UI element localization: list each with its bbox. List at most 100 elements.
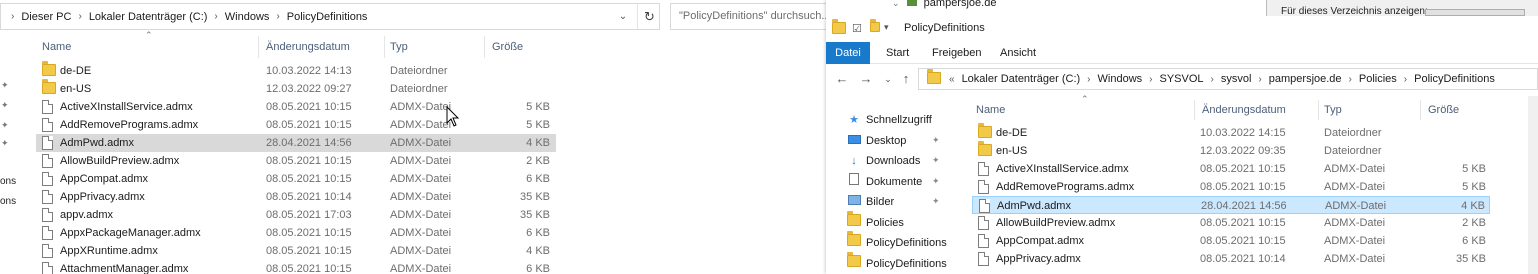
column-header-date[interactable]: Änderungsdatum — [266, 36, 350, 58]
column-divider[interactable] — [1420, 100, 1421, 120]
chevron-right-icon[interactable]: › — [1207, 74, 1218, 85]
vertical-scrollbar[interactable] — [1528, 96, 1538, 274]
address-bar[interactable]: › Dieser PC › Lokaler Datenträger (C:) › Wind… — [0, 3, 660, 30]
nav-item-fragment[interactable]: ons — [0, 196, 16, 207]
table-row[interactable]: AllowBuildPreview.admx 08.05.2021 10:15 AD… — [36, 152, 556, 170]
table-row[interactable]: AdmPwd.admx 28.04.2021 14:56 ADMX-Datei 4 K… — [972, 196, 1490, 214]
chevron-right-icon[interactable]: › — [1345, 74, 1356, 85]
column-header-size[interactable]: Größe — [492, 36, 523, 58]
file-name: AdmPwd.admx — [60, 137, 134, 149]
file-name: AddRemovePrograms.admx — [60, 119, 199, 131]
file-type: ADMX-Datei — [390, 173, 452, 185]
breadcrumb-item[interactable]: Policies — [1356, 73, 1400, 85]
tab-ansicht[interactable]: Ansicht — [990, 42, 1046, 64]
breadcrumb-item[interactable]: sysvol — [1218, 73, 1255, 85]
pin-icon[interactable]: ✦ — [932, 196, 940, 207]
breadcrumb-item[interactable]: Lokaler Datenträger (C:) — [86, 11, 211, 23]
chevron-right-icon[interactable]: › — [210, 11, 221, 22]
chevron-right-icon[interactable]: › — [1400, 74, 1411, 85]
breadcrumb-overflow-icon[interactable]: « — [945, 74, 959, 85]
tab-freigeben[interactable]: Freigeben — [922, 42, 992, 64]
nav-item-fragment[interactable]: ons — [0, 176, 16, 187]
table-row[interactable]: ActiveXInstallService.admx 08.05.2021 10:… — [36, 98, 556, 116]
table-row[interactable]: AppXRuntime.admx 08.05.2021 10:15 ADMX-Dat… — [36, 242, 556, 260]
nav-item[interactable]: Bilder — [846, 192, 894, 212]
file-date: 08.05.2021 10:14 — [1200, 253, 1286, 265]
table-row[interactable]: AdmPwd.admx 28.04.2021 14:56 ADMX-Datei 4 K… — [36, 134, 556, 152]
mouse-cursor-icon — [446, 106, 460, 127]
quick-access-dropdown-icon[interactable]: ▾ — [884, 22, 889, 33]
chevron-down-icon[interactable]: ⌄ — [613, 8, 633, 26]
column-header-type[interactable]: Typ — [1324, 100, 1342, 120]
background-tree-item: ⌄ pampersjoe.de — [892, 0, 996, 9]
chevron-right-icon[interactable]: › — [1254, 74, 1265, 85]
nav-item[interactable]: PolicyDefinitions — [846, 231, 947, 253]
nav-item[interactable]: ↓ Downloads — [846, 151, 920, 171]
breadcrumb-item[interactable]: Dieser PC — [18, 11, 74, 23]
table-row[interactable]: en-US 12.03.2022 09:27 Dateiordner — [36, 79, 556, 98]
chevron-right-icon[interactable]: › — [1145, 74, 1156, 85]
column-divider[interactable] — [258, 36, 259, 58]
breadcrumb-item[interactable]: PolicyDefinitions — [1411, 73, 1498, 85]
table-row[interactable]: AppCompat.admx 08.05.2021 10:15 ADMX-Datei… — [972, 232, 1490, 250]
table-row[interactable]: AddRemovePrograms.admx 08.05.2021 10:15 AD… — [36, 116, 556, 134]
file-date: 10.03.2022 14:13 — [266, 65, 352, 77]
column-divider[interactable] — [484, 36, 485, 58]
nav-item-label: Downloads — [866, 155, 921, 167]
chevron-right-icon[interactable]: › — [7, 11, 18, 22]
file-name: de-DE — [996, 127, 1028, 139]
table-row[interactable]: AttachmentManager.admx 08.05.2021 10:15 AD… — [36, 260, 556, 274]
table-row[interactable]: de-DE 10.03.2022 14:13 Dateiordner — [36, 61, 556, 80]
nav-item[interactable]: Desktop — [846, 131, 906, 151]
column-divider[interactable] — [1318, 100, 1319, 120]
breadcrumb-item[interactable]: pampersjoe.de — [1266, 73, 1345, 85]
table-row[interactable]: AppPrivacy.admx 08.05.2021 10:14 ADMX-Date… — [972, 250, 1490, 268]
table-row[interactable]: AppCompat.admx 08.05.2021 10:15 ADMX-Datei… — [36, 170, 556, 188]
table-row[interactable]: AllowBuildPreview.admx 08.05.2021 10:15 AD… — [972, 214, 1490, 232]
forward-arrow-icon[interactable]: → — [856, 69, 876, 89]
chevron-right-icon[interactable]: › — [272, 11, 283, 22]
recent-locations-icon[interactable]: ⌄ — [878, 69, 898, 89]
pin-icon[interactable]: ✦ — [932, 135, 940, 146]
column-header-size[interactable]: Größe — [1428, 100, 1459, 120]
table-row[interactable]: de-DE 10.03.2022 14:15 Dateiordner — [972, 123, 1490, 142]
breadcrumb-item[interactable]: Windows — [222, 11, 273, 23]
properties-icon[interactable]: ☑ — [852, 22, 862, 35]
nav-item[interactable]: Policies — [846, 210, 904, 233]
nav-item[interactable]: PolicyDefinitions — [846, 251, 947, 274]
nav-item-label: Policies — [866, 216, 904, 229]
tab-datei[interactable]: Datei — [826, 42, 870, 64]
up-arrow-icon[interactable]: ↑ — [896, 69, 916, 89]
column-header-name[interactable]: Name — [42, 36, 71, 58]
column-header-name[interactable]: Name — [976, 100, 1005, 120]
nav-item[interactable]: ★ Schnellzugriff — [846, 110, 932, 130]
back-arrow-icon[interactable]: ← — [832, 69, 852, 89]
table-row[interactable]: appv.admx 08.05.2021 17:03 ADMX-Datei 35 KB — [36, 206, 556, 224]
pin-icon[interactable]: ✦ — [932, 176, 940, 187]
chevron-right-icon[interactable]: › — [74, 11, 85, 22]
column-divider[interactable] — [384, 36, 385, 58]
breadcrumb-item[interactable]: Lokaler Datenträger (C:) — [959, 73, 1084, 85]
file-type: ADMX-Datei — [1324, 253, 1386, 265]
tab-start[interactable]: Start — [876, 42, 919, 64]
file-type: ADMX-Datei — [390, 227, 452, 239]
search-input[interactable]: "PolicyDefinitions" durchsuch... — [670, 3, 832, 30]
breadcrumb-item[interactable]: SYSVOL — [1156, 73, 1206, 85]
address-bar[interactable]: «Lokaler Datenträger (C:) › Windows › SYSVOL… — [918, 68, 1538, 90]
table-row[interactable]: AppxPackageManager.admx 08.05.2021 10:15 A… — [36, 224, 556, 242]
column-divider[interactable] — [1194, 100, 1195, 120]
column-header-type[interactable]: Typ — [390, 36, 408, 58]
nav-item[interactable]: Dokumente — [846, 172, 922, 192]
right-explorer-window: ⌄ pampersjoe.de Für dieses Verzeichnis a… — [826, 0, 1538, 274]
table-row[interactable]: ActiveXInstallService.admx 08.05.2021 10:… — [972, 160, 1490, 178]
pin-icon[interactable]: ✦ — [932, 155, 940, 166]
table-row[interactable]: en-US 12.03.2022 09:35 Dateiordner — [972, 141, 1490, 160]
table-row[interactable]: AppPrivacy.admx 08.05.2021 10:14 ADMX-Date… — [36, 188, 556, 206]
column-header-date[interactable]: Änderungsdatum — [1202, 100, 1286, 120]
breadcrumb-item[interactable]: PolicyDefinitions — [284, 11, 371, 23]
table-row[interactable]: AddRemovePrograms.admx 08.05.2021 10:15 AD… — [972, 178, 1490, 196]
refresh-button[interactable]: ↻ — [637, 4, 661, 29]
new-folder-icon[interactable] — [870, 19, 880, 35]
breadcrumb-item[interactable]: Windows — [1095, 73, 1146, 85]
chevron-right-icon[interactable]: › — [1083, 74, 1094, 85]
